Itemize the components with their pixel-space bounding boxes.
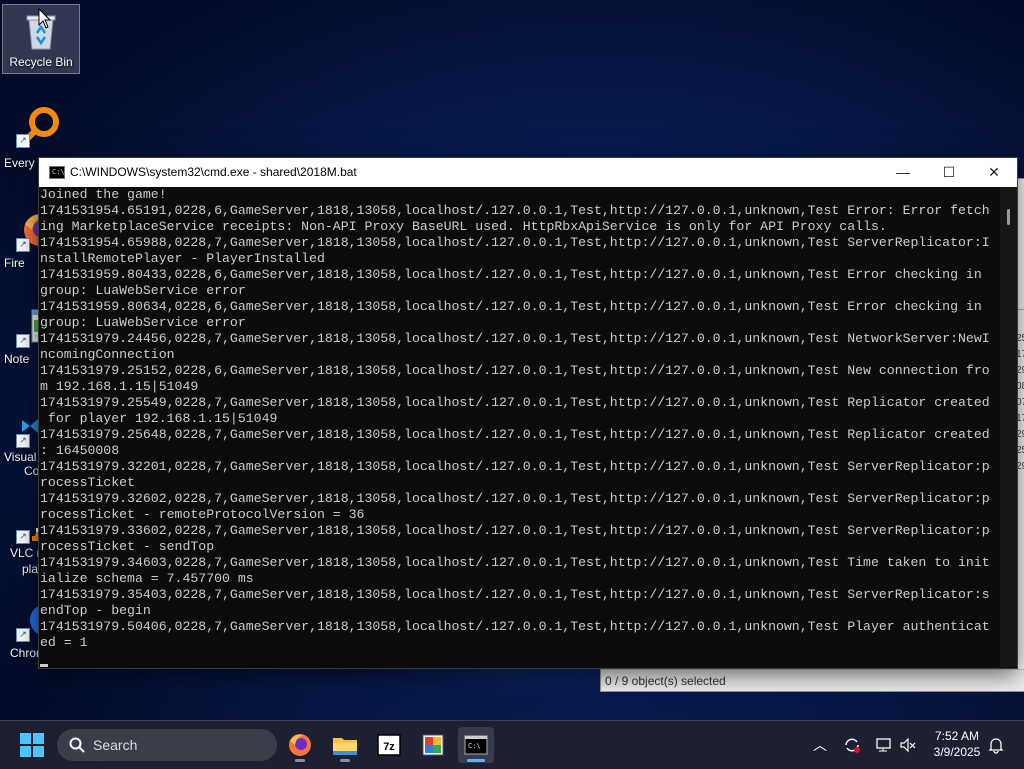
shortcut-arrow-icon: ↗ xyxy=(16,530,30,544)
taskbar-paint[interactable] xyxy=(415,727,451,763)
everything-search-icon: ↗ xyxy=(16,104,60,148)
console-line: rocessTicket - sendTop xyxy=(40,539,215,554)
cmd-icon: C:\ xyxy=(49,166,65,179)
clock-date: 3/9/2025 xyxy=(933,745,981,759)
status-bar: 0 / 9 object(s) selected xyxy=(601,669,1024,691)
console-line: 1741531979.50406,0228,7,GameServer,1818,… xyxy=(40,619,990,634)
console-line: 1741531979.32602,0228,7,GameServer,1818,… xyxy=(40,491,990,506)
console-line: ed = 1 xyxy=(40,635,88,650)
scrollbar-thumb[interactable] xyxy=(1007,209,1010,225)
taskbar-clock[interactable]: 7:52 AM 3/9/2025 xyxy=(924,728,990,760)
console-line: rocessTicket - remoteProtocolVersion = 3… xyxy=(40,507,365,522)
console-line: ncomingConnection xyxy=(40,347,175,362)
cmd-icon: C:\ xyxy=(464,735,488,755)
window-title: C:\WINDOWS\system32\cmd.exe - shared\201… xyxy=(70,165,357,179)
maximize-icon: ☐ xyxy=(942,164,956,180)
vertical-scrollbar[interactable] xyxy=(1000,187,1017,667)
start-button[interactable] xyxy=(20,733,44,757)
shortcut-arrow-icon: ↗ xyxy=(16,628,30,642)
taskbar-7zip[interactable]: 7z xyxy=(371,727,407,763)
search-icon xyxy=(69,737,85,753)
clock-time: 7:52 AM xyxy=(934,729,980,743)
console-line: 1741531959.80433,0228,6,GameServer,1818,… xyxy=(40,267,982,282)
network-icon xyxy=(876,738,891,752)
shortcut-arrow-icon: ↗ xyxy=(16,134,30,148)
running-indicator xyxy=(340,759,350,762)
console-line: nstallRemotePlayer - PlayerInstalled xyxy=(40,251,325,266)
console-line: rocessTicket xyxy=(40,475,135,490)
taskbar-file-explorer[interactable] xyxy=(327,727,363,763)
console-line: 1741531979.33602,0228,7,GameServer,1818,… xyxy=(40,523,990,538)
console-line: 1741531979.35403,0228,7,GameServer,1818,… xyxy=(40,587,990,602)
shortcut-arrow-icon: ↗ xyxy=(16,434,30,448)
console-line: group: LuaWebService error xyxy=(40,283,246,298)
sync-icon xyxy=(845,738,860,753)
console-line: 1741531954.65191,0228,6,GameServer,1818,… xyxy=(40,203,990,218)
tray-network-icon[interactable] xyxy=(874,735,894,755)
console-line: 1741531979.25648,0228,7,GameServer,1818,… xyxy=(40,427,990,442)
notifications-button[interactable] xyxy=(986,735,1006,755)
bell-icon xyxy=(988,738,1004,754)
console-line: group: LuaWebService error xyxy=(40,315,246,330)
show-hidden-icons-button[interactable]: ︿ xyxy=(810,735,830,755)
console-line: for player 192.168.1.15|51049 xyxy=(40,411,278,426)
console-line: ing MarketplaceService receipts: Non-API… xyxy=(40,219,887,234)
console-line: m 192.168.1.15|51049 xyxy=(40,379,199,394)
shortcut-arrow-icon: ↗ xyxy=(16,334,30,348)
text-cursor xyxy=(40,664,48,667)
console-line: 1741531954.65988,0228,7,GameServer,1818,… xyxy=(40,235,990,250)
console-line: Joined the game! xyxy=(40,187,167,202)
paint-icon xyxy=(422,734,444,756)
console-line: : 16450008 xyxy=(40,443,120,458)
firefox-icon xyxy=(289,734,311,756)
maximize-button[interactable]: ☐ xyxy=(926,158,972,187)
active-window-indicator xyxy=(467,759,485,762)
desktop-icon-label: Recycle Bin xyxy=(9,55,73,69)
close-icon: ✕ xyxy=(988,164,1000,180)
tray-volume-icon[interactable] xyxy=(898,735,918,755)
volume-muted-icon xyxy=(900,737,916,753)
taskbar: Search 7z C:\ ︿ 7:52 AM 3/9/2025 xyxy=(0,720,1024,769)
console-line: endTop - begin xyxy=(40,603,151,618)
console-title-bar[interactable]: C:\ C:\WINDOWS\system32\cmd.exe - shared… xyxy=(39,158,1017,187)
running-indicator xyxy=(295,759,305,762)
7zip-icon: 7z xyxy=(377,734,401,756)
search-label: Search xyxy=(93,737,138,753)
console-line: 1741531979.25152,0228,6,GameServer,1818,… xyxy=(40,363,990,378)
taskbar-search-box[interactable]: Search xyxy=(57,729,277,761)
svg-text:7z: 7z xyxy=(383,741,395,753)
file-explorer-icon xyxy=(333,738,357,755)
close-button[interactable]: ✕ xyxy=(971,158,1017,187)
console-line: 1741531979.25549,0228,7,GameServer,1818,… xyxy=(40,395,990,410)
svg-text:C:\: C:\ xyxy=(468,742,481,750)
tray-sync-icon[interactable] xyxy=(842,735,862,755)
console-line: 1741531959.80634,0228,6,GameServer,1818,… xyxy=(40,299,982,314)
minimize-button[interactable]: — xyxy=(880,158,926,187)
shortcut-arrow-icon: ↗ xyxy=(16,238,30,252)
minimize-icon: — xyxy=(896,164,910,180)
taskbar-firefox[interactable] xyxy=(282,727,318,763)
console-line: 1741531979.24456,0228,7,GameServer,1818,… xyxy=(40,331,990,346)
taskbar-cmd[interactable]: C:\ xyxy=(458,727,494,763)
console-window[interactable]: C:\ C:\WINDOWS\system32\cmd.exe - shared… xyxy=(38,157,1018,669)
windows-logo-icon xyxy=(20,733,44,757)
console-line: 1741531979.32201,0228,7,GameServer,1818,… xyxy=(40,459,990,474)
console-line: ialize schema = 7.457700 ms xyxy=(40,571,254,586)
console-output[interactable]: Joined the game! 1741531954.65191,0228,6,… xyxy=(39,187,1000,667)
console-line: 1741531979.34603,0228,7,GameServer,1818,… xyxy=(40,555,990,570)
chevron-up-icon: ︿ xyxy=(813,737,827,753)
